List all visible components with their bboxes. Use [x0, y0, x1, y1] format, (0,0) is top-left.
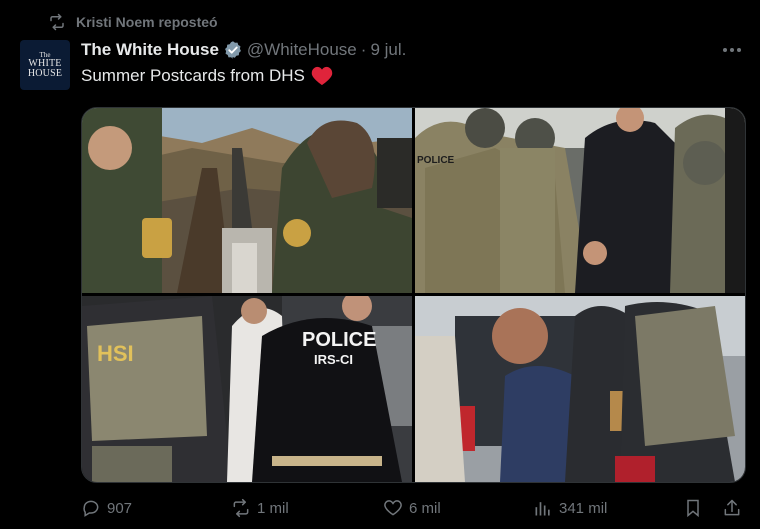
avatar-text-house: HOUSE [27, 68, 63, 79]
photo-border-wall[interactable] [82, 108, 412, 293]
reply-icon [83, 500, 99, 517]
repost-count: 1 mil [257, 499, 289, 517]
repost-indicator[interactable]: Kristi Noem reposteó [48, 10, 218, 34]
police-patch-label: POLICE [417, 155, 455, 166]
more-icon [723, 48, 741, 52]
bookmark-icon [687, 499, 699, 518]
hsi-vest-label: HSI [97, 341, 134, 366]
separator-dot: · [360, 40, 367, 59]
repost-button[interactable]: 1 mil [231, 496, 289, 520]
verified-badge-icon[interactable] [223, 40, 243, 60]
author-name[interactable]: The White House [81, 40, 219, 60]
avatar[interactable]: The WHITE HOUSE [20, 40, 70, 90]
like-count: 6 mil [409, 499, 441, 517]
share-button[interactable] [722, 496, 742, 520]
heart-icon [384, 500, 402, 516]
photo-tactical-arrest[interactable]: POLICE [415, 108, 745, 293]
action-bar: 907 1 mil 6 mil 341 mil [81, 496, 744, 520]
repost-icon [233, 498, 249, 518]
repost-icon [50, 13, 64, 31]
timestamp[interactable]: 9 jul. [370, 40, 406, 60]
reply-count: 907 [107, 499, 133, 517]
repost-label: Kristi Noem reposteó [76, 14, 218, 30]
media-grid[interactable]: POLICE HSI POLICE IRS-CI [81, 107, 746, 483]
reply-button[interactable]: 907 [81, 496, 132, 520]
share-icon [724, 499, 740, 516]
more-options-button[interactable] [720, 38, 744, 62]
views-chart-icon [535, 502, 550, 516]
views-button[interactable]: 341 mil [533, 496, 607, 520]
views-count: 341 mil [559, 499, 608, 517]
tweet-text-content: Summer Postcards from DHS [81, 66, 305, 85]
like-button[interactable]: 6 mil [383, 496, 441, 520]
author-handle[interactable]: @WhiteHouse [247, 40, 357, 60]
bookmark-button[interactable] [683, 496, 703, 520]
police-back-label: POLICE [302, 329, 376, 351]
photo-detainee[interactable] [415, 296, 745, 482]
irs-ci-back-label: IRS-CI [314, 352, 353, 367]
tweet-header: The White House @WhiteHouse · 9 jul. [81, 38, 406, 62]
red-heart-emoji-icon [311, 66, 333, 86]
photo-hsi-irs-ci[interactable]: HSI POLICE IRS-CI [82, 296, 412, 482]
tweet-text: Summer Postcards from DHS [81, 66, 333, 86]
